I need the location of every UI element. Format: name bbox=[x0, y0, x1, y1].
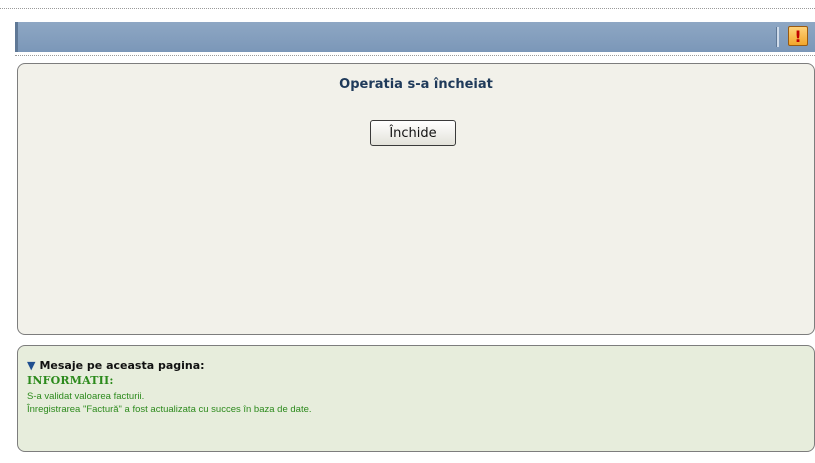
toolbar-separator bbox=[776, 27, 779, 47]
exclamation-glyph: ! bbox=[794, 26, 802, 46]
messages-header[interactable]: ▼ Mesaje pe aceasta pagina: bbox=[27, 359, 205, 372]
info-section-title: INFORMATII: bbox=[27, 374, 114, 387]
messages-panel: ▼ Mesaje pe aceasta pagina: INFORMATII: … bbox=[17, 345, 815, 452]
info-message-2: Înregistrarea "Factură" a fost actualiza… bbox=[27, 404, 312, 415]
info-message-1: S-a validat valoarea facturii. bbox=[27, 391, 145, 402]
triangle-down-icon[interactable]: ▼ bbox=[27, 360, 35, 371]
main-panel: Operatia s-a încheiat Închide bbox=[17, 63, 815, 335]
messages-header-label: Mesaje pe aceasta pagina: bbox=[39, 359, 205, 372]
title-bar: ! bbox=[15, 22, 815, 52]
close-button[interactable]: Închide bbox=[370, 120, 456, 146]
top-dotted-divider bbox=[0, 0, 815, 9]
title-bar-dotted-divider bbox=[15, 55, 815, 58]
operation-status-title: Operatia s-a încheiat bbox=[339, 77, 493, 92]
exclamation-icon[interactable]: ! bbox=[788, 26, 808, 46]
